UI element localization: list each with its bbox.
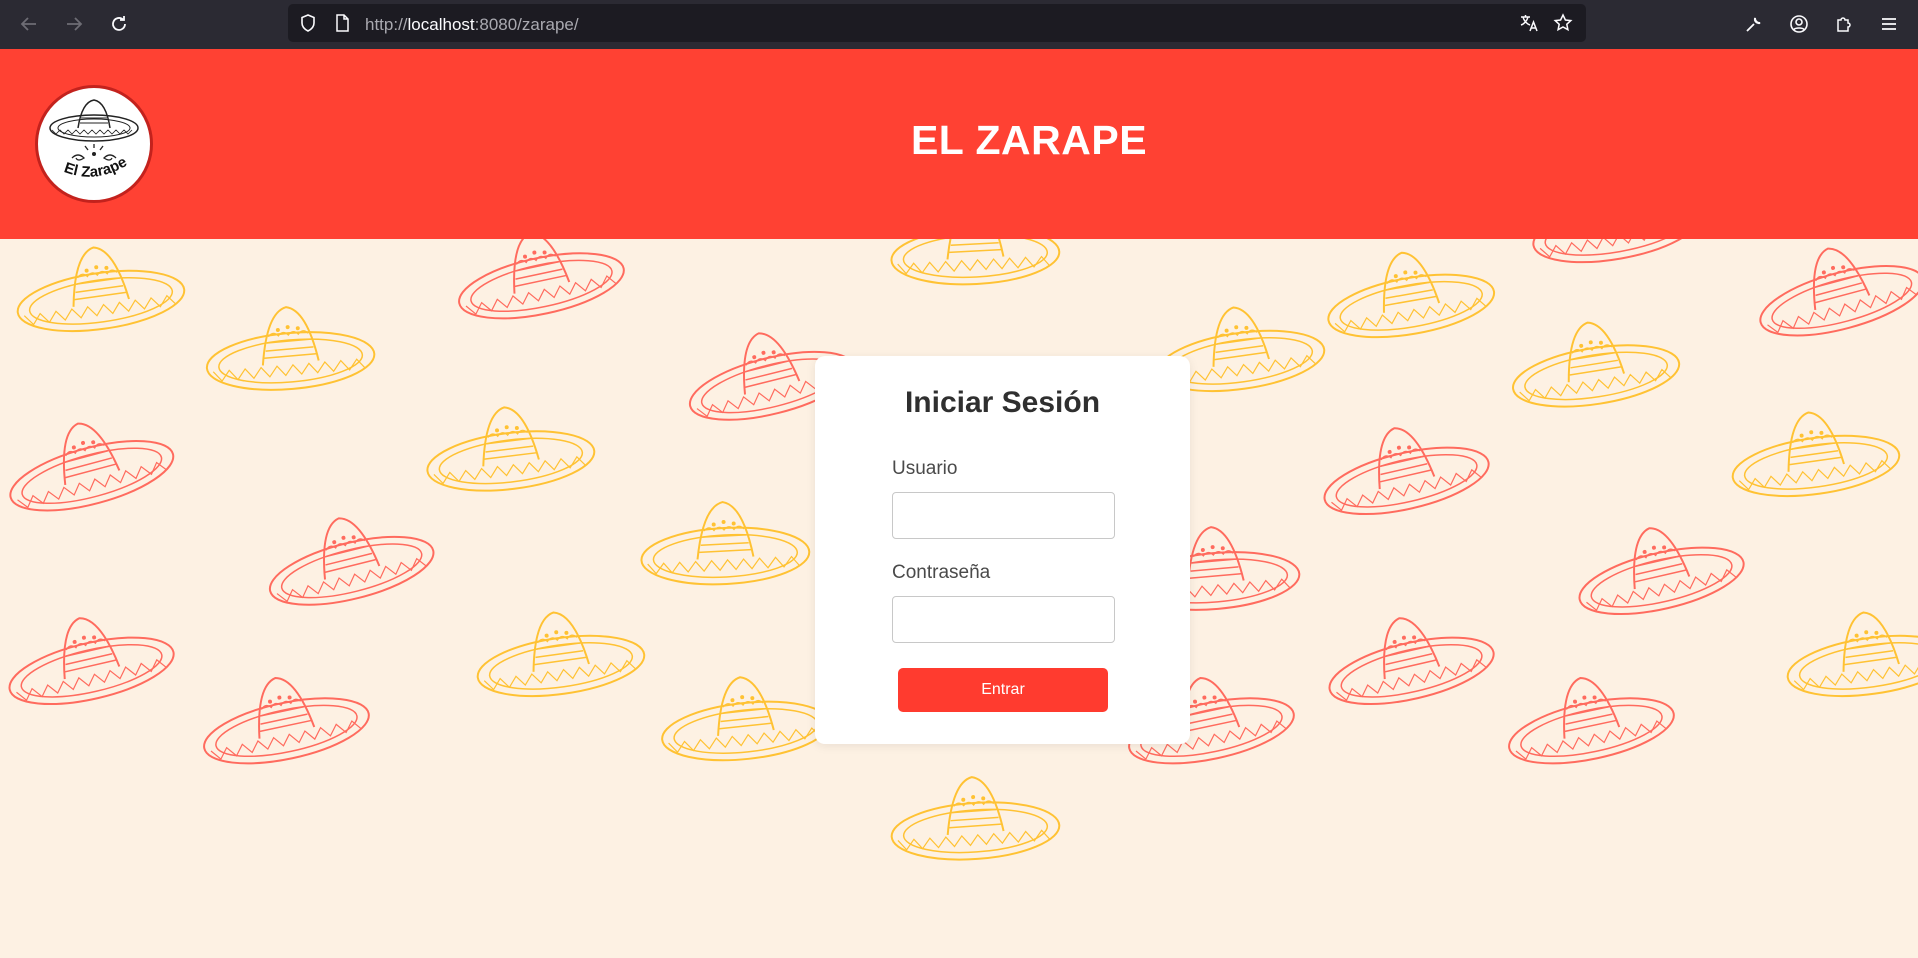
sombrero-icon: [1491, 651, 1690, 796]
password-label: Contraseña: [892, 562, 991, 583]
sombrero-icon: [249, 489, 450, 639]
arrow-right-icon: [67, 17, 83, 31]
sombrero-icon: [3, 239, 197, 361]
sombrero-icon: [463, 592, 657, 726]
wrench-icon: [1746, 17, 1761, 32]
sombrero-icon: [632, 489, 818, 608]
url-text[interactable]: http://localhost:8080/zarape/: [365, 15, 579, 35]
sombrero-icon: [441, 239, 640, 352]
sombrero-icon: [881, 763, 1068, 885]
sombrero-icon: [882, 239, 1068, 309]
sombrero-icon: [1312, 239, 1508, 369]
site-title: EL ZARAPE: [910, 117, 1148, 163]
sombrero-icon: [1305, 400, 1505, 548]
sombrero-icon: [650, 660, 841, 788]
browser-toolbar: http://localhost:8080/zarape/: [0, 0, 1918, 49]
address-bar[interactable]: http://localhost:8080/zarape/: [288, 4, 1586, 42]
sombrero-icon: [1718, 392, 1912, 526]
sombrero-icon: [196, 291, 385, 416]
hamburger-icon: [1882, 18, 1896, 30]
translate-icon[interactable]: [1519, 13, 1539, 33]
login-card: Iniciar Sesión Usuario Contraseña Entrar: [815, 356, 1190, 744]
url-path: :8080/zarape/: [474, 15, 579, 34]
username-input[interactable]: [892, 492, 1115, 539]
arrow-left-icon: [20, 17, 36, 31]
reload-button[interactable]: [105, 10, 133, 38]
back-button[interactable]: [15, 10, 43, 38]
account-icon: [1790, 15, 1808, 33]
sombrero-icon: [1739, 239, 1918, 370]
reload-icon: [112, 16, 126, 31]
menu-button[interactable]: [1875, 10, 1903, 38]
forward-button[interactable]: [60, 10, 88, 38]
login-title: Iniciar Sesión: [904, 386, 1101, 419]
shield-icon[interactable]: [298, 13, 318, 33]
sombrero-icon: [1498, 301, 1693, 438]
sombrero-icon: [0, 393, 191, 546]
url-scheme: http://: [365, 15, 408, 34]
puzzle-icon: [1837, 17, 1851, 32]
bookmark-star-icon[interactable]: [1553, 13, 1573, 33]
devtools-button[interactable]: [1740, 10, 1768, 38]
login-submit-button[interactable]: Entrar: [898, 668, 1108, 712]
page-icon[interactable]: [332, 13, 352, 33]
password-input[interactable]: [892, 596, 1115, 643]
site-header: El Zarape EL ZARAPE: [0, 49, 1918, 239]
sombrero-icon: [1560, 500, 1760, 648]
sombrero-icon: [1310, 590, 1510, 738]
sombrero-icon: [186, 651, 385, 796]
account-button[interactable]: [1785, 10, 1813, 38]
sombrero-icon: [1517, 239, 1713, 294]
url-host: localhost: [407, 15, 475, 34]
extensions-button[interactable]: [1830, 10, 1858, 38]
sombrero-icon: [0, 590, 190, 738]
sombrero-icon: [414, 388, 606, 519]
username-label: Usuario: [892, 458, 958, 479]
sombrero-icon: [1773, 592, 1918, 726]
